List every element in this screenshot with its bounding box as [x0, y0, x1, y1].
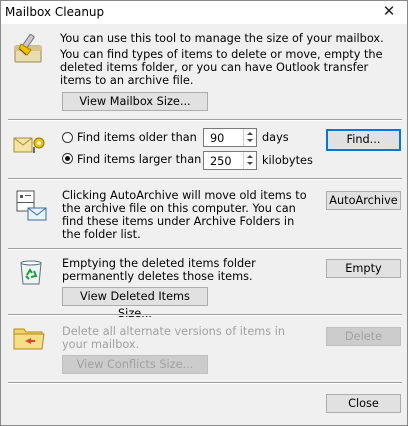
find-larger-label[interactable]: Find items larger than: [77, 153, 201, 166]
recycle-bin-icon: [20, 260, 42, 285]
separator: [8, 314, 402, 316]
find-older-radio[interactable]: [62, 132, 73, 143]
view-deleted-items-size-button[interactable]: View Deleted Items Size...: [62, 287, 208, 320]
close-button[interactable]: Close: [326, 394, 401, 413]
larger-kb-value: 250: [210, 155, 232, 168]
larger-kb-spinner[interactable]: [243, 152, 256, 169]
find-larger-radio[interactable]: [62, 153, 73, 164]
radio-selected-dot: [65, 156, 70, 161]
autoarchive-button[interactable]: AutoArchive: [326, 191, 401, 210]
older-days-value: 90: [210, 132, 225, 145]
separator: [8, 119, 402, 121]
find-button[interactable]: Find...: [326, 129, 401, 151]
separator: [8, 178, 402, 180]
delete-conflicts-button[interactable]: Delete: [326, 327, 401, 346]
title-bar: Mailbox Cleanup ✕: [1, 1, 407, 24]
conflicts-folder-icon: [13, 328, 45, 350]
find-items-key-icon: [13, 137, 45, 153]
older-days-input[interactable]: 90: [203, 128, 257, 147]
view-conflicts-size-button[interactable]: View Conflicts Size...: [62, 355, 208, 374]
mailbox-intro-text: You can use this tool to manage the size…: [60, 32, 384, 45]
mailbox-description-text: You can find types of items to delete or…: [60, 48, 383, 87]
empty-deleted-description-text: Emptying the deleted items folder perman…: [62, 257, 256, 283]
autoarchive-mail-icon: [16, 190, 47, 221]
view-mailbox-size-button[interactable]: View Mailbox Size...: [62, 92, 208, 111]
mailbox-cleanup-dialog: Mailbox Cleanup ✕ You can use this tool …: [0, 0, 408, 426]
mailbox-cleanup-brush-icon: [14, 34, 42, 63]
separator: [8, 382, 402, 384]
empty-button[interactable]: Empty: [326, 259, 401, 278]
older-days-spinner[interactable]: [243, 129, 256, 146]
find-older-label[interactable]: Find items older than: [77, 131, 197, 144]
days-unit-label: days: [262, 131, 289, 144]
separator: [8, 248, 402, 250]
kilobytes-unit-label: kilobytes: [262, 154, 313, 167]
close-window-icon[interactable]: ✕: [371, 1, 407, 24]
autoarchive-description-text: Clicking AutoArchive will move old items…: [62, 189, 307, 241]
window-title: Mailbox Cleanup: [5, 5, 105, 19]
delete-conflicts-description-text: Delete all alternate versions of items i…: [62, 325, 286, 351]
larger-kb-input[interactable]: 250: [203, 151, 257, 170]
